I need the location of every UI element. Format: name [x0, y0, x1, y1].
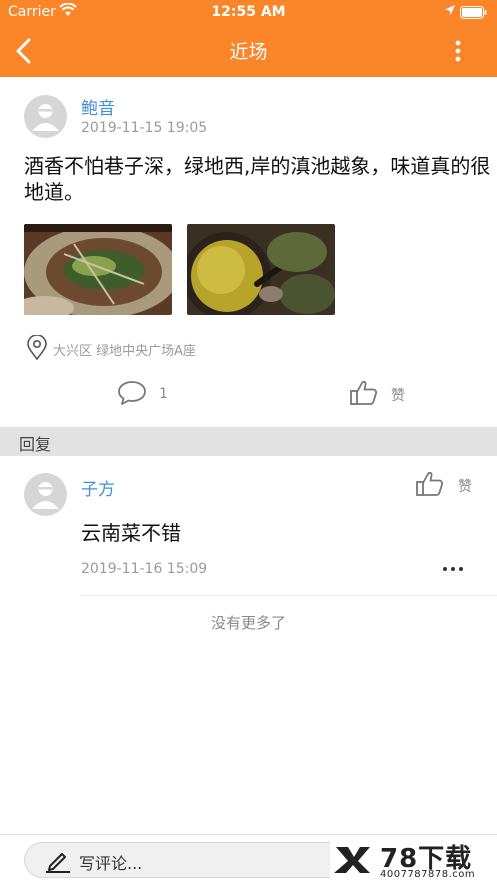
- reply-item: 子方 赞 云南菜不错 2019-11-16 15:09: [0, 456, 497, 596]
- thumbs-up-icon: [350, 380, 378, 405]
- user-placeholder-icon: [32, 104, 59, 131]
- bottom-bar: 写评论... 78下载 4007787878.com: [0, 834, 497, 883]
- location-arrow-icon: [444, 4, 456, 20]
- avatar[interactable]: [24, 95, 67, 138]
- map-pin-icon: [27, 335, 47, 361]
- author-name[interactable]: 鲍音: [81, 94, 115, 119]
- reply-text: 云南菜不错: [81, 521, 181, 545]
- post-text: 酒香不怕巷子深，绿地西,岸的滇池越象，味道真的很地道。: [24, 154, 491, 204]
- food-photo-1: [24, 224, 172, 315]
- vertical-dots-icon: [455, 40, 461, 62]
- status-bar: Carrier 12:55 AM: [0, 0, 497, 26]
- reply-like-button[interactable]: 赞: [415, 470, 485, 500]
- status-time: 12:55 AM: [211, 4, 286, 20]
- comment-input[interactable]: 写评论...: [24, 842, 364, 878]
- location-text: 大兴区 绿地中央广场A座: [53, 344, 197, 359]
- end-of-list-text: 没有更多了: [210, 614, 286, 632]
- horizontal-dots-icon: [443, 567, 463, 571]
- replies-section-title: 回复: [19, 435, 52, 454]
- reply-author-name[interactable]: 子方: [81, 475, 115, 500]
- divider: [81, 595, 497, 596]
- nav-bar: 近场: [0, 26, 497, 77]
- reply-more-button[interactable]: [440, 556, 466, 582]
- pencil-icon: [46, 853, 70, 873]
- user-placeholder-icon: [32, 482, 59, 509]
- reply-time: 2019-11-16 15:09: [81, 561, 208, 577]
- comment-placeholder: 写评论...: [79, 854, 143, 873]
- post-photo[interactable]: [187, 224, 335, 315]
- reply-like-label: 赞: [458, 479, 472, 495]
- post-time: 2019-11-15 19:05: [81, 120, 208, 136]
- replies-section-header: 回复: [0, 427, 497, 456]
- watermark-subtitle: 4007787878.com: [380, 869, 476, 880]
- thumbs-up-icon: [416, 471, 444, 496]
- page-title: 近场: [229, 41, 268, 63]
- comment-bubble-icon: [118, 381, 146, 405]
- battery-icon: [460, 6, 488, 23]
- like-button[interactable]: 赞: [349, 379, 419, 409]
- comment-button[interactable]: 1: [116, 379, 186, 409]
- avatar[interactable]: [24, 473, 67, 516]
- like-label: 赞: [391, 388, 405, 404]
- more-options-button[interactable]: [448, 36, 468, 66]
- app-header: Carrier 12:55 AM 近场: [0, 0, 497, 77]
- watermark-logo-icon: [334, 847, 370, 873]
- food-photo-2: [187, 224, 335, 315]
- watermark: 78下载 4007787878.com: [330, 837, 497, 883]
- comment-count: 1: [159, 386, 168, 402]
- post-photo[interactable]: [24, 224, 172, 315]
- post-card: 鲍音 2019-11-15 19:05 酒香不怕巷子深，绿地西,岸的滇池越象，味…: [0, 77, 497, 427]
